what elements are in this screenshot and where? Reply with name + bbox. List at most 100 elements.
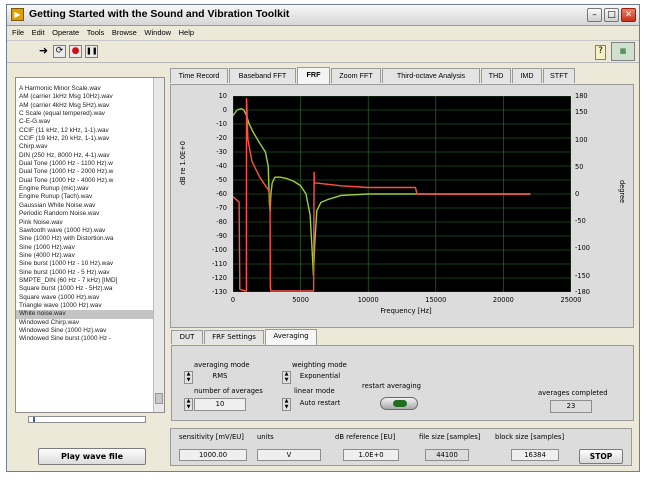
file-list-item[interactable]: Dual Tone (1000 Hz - 4000 Hz).w [16, 177, 154, 185]
x-tick-label: 10000 [357, 296, 379, 304]
file-list-item[interactable]: Windowed Sine burst (1000 Hz - [16, 335, 154, 343]
horizontal-scroll-marker [33, 417, 35, 422]
file-list-item[interactable]: Sawtooth wave (1000 Hz).wav [16, 227, 154, 235]
y-tick-label: -50 [216, 176, 227, 184]
menu-help[interactable]: Help [179, 26, 194, 39]
file-list-item[interactable]: Pink Noise.wav [16, 219, 154, 227]
file-list-item[interactable]: Square burst (1000 Hz - 5Hz).wa [16, 285, 154, 293]
y2-tick-label: 180 [575, 92, 588, 100]
file-list-item[interactable]: Triangle wave (1000 Hz).wav [16, 302, 154, 310]
run-continuously-icon[interactable]: ⟳ [53, 45, 66, 58]
linear-mode-spinner[interactable]: ▲ ▼ [282, 398, 291, 411]
weighting-mode-spinner[interactable]: ▲ ▼ [282, 371, 291, 384]
linear-mode-select[interactable]: Auto restart [292, 398, 348, 411]
tab-thd[interactable]: THD [481, 68, 511, 83]
tab-zoom-fft[interactable]: Zoom FFT [331, 68, 381, 83]
file-list-item[interactable]: DIN (250 Hz, 8000 Hz, 4-1).wav [16, 152, 154, 160]
horizontal-scrollbar[interactable] [28, 416, 146, 423]
file-list-item[interactable]: C Scale (equal tempered).wav [16, 110, 154, 118]
file-list-item[interactable]: Engine Runup (mic).wav [16, 185, 154, 193]
file-list-item[interactable]: White noise.wav [16, 310, 154, 319]
x-tick-label: 20000 [492, 296, 514, 304]
menu-browse[interactable]: Browse [112, 26, 137, 39]
maximize-button[interactable]: □ [604, 8, 619, 22]
averaging-panel: averaging mode ▲ ▼ RMS weighting mode ▲ ▼ … [171, 345, 634, 421]
minimize-button[interactable]: – [587, 8, 602, 22]
file-list-item[interactable]: Engine Runup (Tach).wav [16, 193, 154, 201]
file-list-item[interactable]: Windowed Sine (1000 Hz).wav [16, 327, 154, 335]
file-list-item[interactable]: A Harmonic Minor Scale.wav [16, 85, 154, 93]
y-tick-label: -130 [212, 288, 227, 296]
file-list-item[interactable]: Dual Tone (1000 Hz - 2000 Hz).w [16, 168, 154, 176]
tab-frf[interactable]: FRF [297, 67, 330, 84]
x-tick-label: 5000 [292, 296, 309, 304]
sensitivity-field[interactable]: 1000.00 [179, 449, 247, 461]
file-list-item[interactable]: CCIF (11 kHz, 12 kHz, 1-1).wav [16, 127, 154, 135]
file-list-item[interactable]: Sine (1000 Hz).wav [16, 244, 154, 252]
db-reference-field[interactable]: 1.0E+0 [343, 449, 399, 461]
tab-third-octave-analysis[interactable]: Third-octave Analysis [382, 68, 480, 83]
stop-button[interactable]: STOP [579, 449, 623, 464]
file-list-item[interactable]: Sine burst (1000 Hz - 5 Hz).wav [16, 269, 154, 277]
file-list-item[interactable]: SMPTE_DIN (60 Hz - 7 kHz) [IMD] [16, 277, 154, 285]
settings-tabs: DUT FRF Settings Averaging [171, 329, 331, 345]
tab-stft[interactable]: STFT [543, 68, 575, 83]
menu-edit[interactable]: Edit [32, 26, 45, 39]
y2-tick-label: 150 [575, 108, 588, 117]
menu-file[interactable]: File [12, 26, 24, 39]
play-wave-file-button[interactable]: Play wave file [38, 448, 146, 465]
run-arrow-icon[interactable]: ➜ [37, 45, 50, 58]
weighting-mode-select[interactable]: Exponential [292, 371, 348, 384]
file-list-item[interactable]: Sine (1000 Hz) with Distortion.wa [16, 235, 154, 243]
file-list-item[interactable]: Sine (4000 Hz).wav [16, 252, 154, 260]
menu-window[interactable]: Window [144, 26, 171, 39]
y-tick-label: -80 [216, 218, 227, 226]
file-list-item[interactable]: C-E-G.wav [16, 118, 154, 126]
averaging-mode-select[interactable]: RMS [194, 371, 246, 384]
frf-graph[interactable] [233, 96, 571, 292]
restart-led-indicator [393, 400, 407, 407]
x-tick-label: 25000 [560, 296, 582, 304]
averaging-mode-label: averaging mode [194, 361, 250, 369]
block-size-field[interactable]: 16384 [511, 449, 559, 461]
y2-tick-label: 50 [575, 162, 584, 171]
tab-imd[interactable]: IMD [512, 68, 542, 83]
y-tick-label: -100 [212, 246, 227, 254]
file-list-item[interactable]: AM (carrier 4kHz Msg 5Hz).wav [16, 102, 154, 110]
tab-baseband-fft[interactable]: Baseband FFT [229, 68, 296, 83]
help-icon[interactable]: ? [595, 45, 606, 60]
file-list-items: A Harmonic Minor Scale.wav AM (carrier 1k… [16, 85, 154, 344]
wave-file-list[interactable]: A Harmonic Minor Scale.wav AM (carrier 1k… [15, 77, 165, 413]
file-list-item[interactable]: AM (carrier 1kHz Msg 10Hz).wav [16, 93, 154, 101]
list-scrollbar[interactable] [153, 78, 164, 412]
file-list-item[interactable]: Sine burst (1000 Hz - 10 Hz).wav [16, 260, 154, 268]
file-list-item[interactable]: CCIF (19 kHz, 20 kHz, 1-1).wav [16, 135, 154, 143]
file-list-item[interactable]: Gaussian White Noise.wav [16, 202, 154, 210]
title-bar: ▶ Getting Started with the Sound and Vib… [7, 5, 639, 26]
tab-averaging[interactable]: Averaging [265, 329, 317, 345]
tab-dut[interactable]: DUT [171, 330, 203, 344]
tab-frf-settings[interactable]: FRF Settings [204, 330, 264, 344]
list-scrollbar-thumb[interactable] [155, 393, 163, 404]
pause-icon[interactable]: ❚❚ [85, 45, 98, 58]
abort-icon[interactable]: ● [69, 45, 82, 58]
file-list-item[interactable]: Periodic Random Noise.wav [16, 210, 154, 218]
file-list-item[interactable]: Windowed Chirp.wav [16, 319, 154, 327]
file-list-item[interactable]: Square wave (1000 Hz).wav [16, 294, 154, 302]
y2-tick-label: -150 [575, 271, 590, 280]
averaging-mode-spinner[interactable]: ▲ ▼ [184, 371, 193, 384]
close-button[interactable]: ✕ [621, 8, 636, 22]
file-list-item[interactable]: Chirp.wav [16, 143, 154, 151]
sensitivity-label: sensitivity [mV/EU] [179, 433, 244, 441]
restart-averaging-button[interactable] [380, 397, 418, 410]
number-of-averages-spinner[interactable]: ▲ ▼ [184, 398, 193, 411]
menu-tools[interactable]: Tools [87, 26, 105, 39]
tab-time-record[interactable]: Time Record [170, 68, 228, 83]
number-of-averages-field[interactable]: 10 [194, 398, 246, 411]
menu-operate[interactable]: Operate [52, 26, 79, 39]
file-list-item[interactable]: Dual Tone (1000 Hz - 1100 Hz).w [16, 160, 154, 168]
x-tick-label: 15000 [425, 296, 447, 304]
units-field[interactable]: V [257, 449, 321, 461]
y2-tick-label: -180 [575, 288, 590, 296]
db-reference-label: dB reference [EU] [335, 433, 396, 441]
